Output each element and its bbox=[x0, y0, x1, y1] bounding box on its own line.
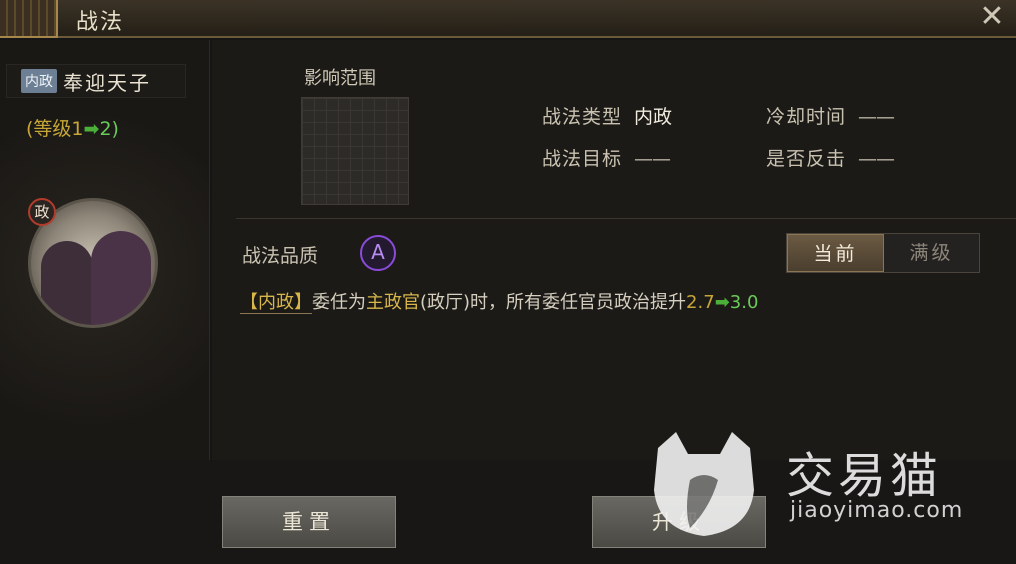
skill-target-row: 战法目标 —— bbox=[542, 144, 671, 171]
title-ornament-icon bbox=[0, 0, 58, 38]
description-text: 委任为 bbox=[312, 292, 366, 313]
cat-logo-icon bbox=[654, 432, 754, 536]
upgrade-arrow-icon: ➡ bbox=[714, 292, 730, 313]
description-text: (政厅)时，所有委任官员政治提升 bbox=[420, 292, 687, 313]
cooldown-value: —— bbox=[858, 106, 895, 128]
portrait-figure bbox=[41, 241, 93, 325]
skill-sidebar: 内政 奉迎天子 (等级1➡2) 政 bbox=[0, 40, 210, 460]
skill-detail-panel: 影响范围 战法类型 内政 战法目标 —— 冷却时间 —— 是否反击 —— 战法品质 A … bbox=[212, 40, 1016, 460]
description-highlight: 主政官 bbox=[366, 292, 420, 313]
skill-type-value: 内政 bbox=[634, 106, 673, 128]
description-tag: 【内政】 bbox=[240, 292, 312, 314]
skill-name: 奉迎天子 bbox=[63, 70, 151, 95]
counter-row: 是否反击 —— bbox=[766, 144, 895, 171]
skill-type-row: 战法类型 内政 bbox=[542, 102, 672, 129]
range-label: 影响范围 bbox=[304, 68, 376, 89]
quality-badge: A bbox=[360, 235, 396, 271]
tab-current[interactable]: 当前 bbox=[787, 234, 884, 272]
description-value: 2.7 bbox=[686, 292, 715, 313]
level-next: 2) bbox=[99, 118, 119, 140]
skill-target-value: —— bbox=[634, 148, 671, 170]
counter-label: 是否反击 bbox=[766, 148, 847, 170]
description-next-value: 3.0 bbox=[729, 292, 759, 313]
watermark-brand: 交易猫 bbox=[786, 448, 943, 504]
watermark: 交易猫 jiaoyimao.com bbox=[650, 430, 970, 540]
skill-type-label: 战法类型 bbox=[542, 106, 623, 128]
cooldown-row: 冷却时间 —— bbox=[766, 102, 895, 129]
reset-button[interactable]: 重置 bbox=[222, 496, 396, 548]
cooldown-label: 冷却时间 bbox=[766, 106, 847, 128]
quality-label: 战法品质 bbox=[242, 245, 319, 267]
level-arrow-icon: ➡ bbox=[83, 118, 100, 140]
skill-name-box: 内政 奉迎天子 bbox=[6, 64, 186, 98]
watermark-url: jiaoyimao.com bbox=[790, 498, 964, 523]
skill-description: 【内政】委任为主政官(政厅)时，所有委任官员政治提升2.7➡3.0 bbox=[240, 288, 758, 314]
window-title: 战法 bbox=[76, 10, 125, 35]
skill-type-tag: 内政 bbox=[21, 69, 57, 93]
level-toggle: 当前 满级 bbox=[786, 233, 980, 273]
skill-level: (等级1➡2) bbox=[26, 114, 119, 141]
range-grid bbox=[301, 97, 409, 205]
portrait-figure bbox=[91, 231, 151, 325]
tab-max-level[interactable]: 满级 bbox=[884, 234, 979, 272]
close-icon[interactable]: ✕ bbox=[976, 2, 1008, 34]
level-current: (等级1 bbox=[26, 118, 84, 140]
counter-value: —— bbox=[858, 148, 895, 170]
politics-badge-icon: 政 bbox=[28, 198, 56, 226]
title-bar: 战法 ✕ bbox=[0, 0, 1016, 38]
skill-target-label: 战法目标 bbox=[542, 148, 623, 170]
divider bbox=[236, 218, 1016, 219]
